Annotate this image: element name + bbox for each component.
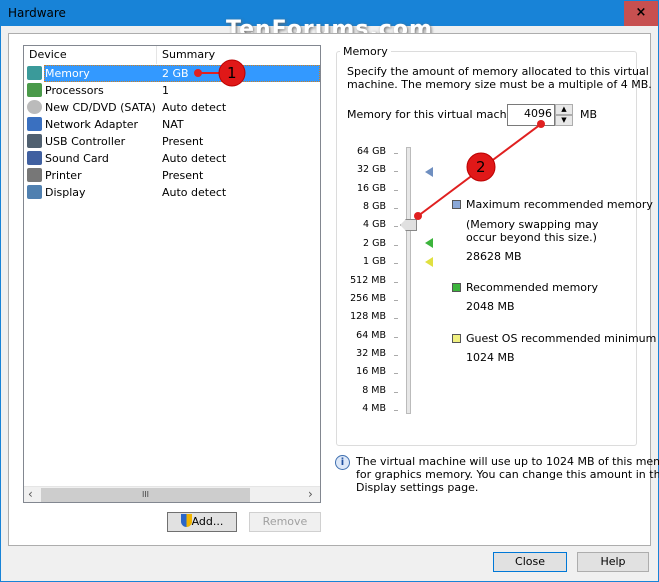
annotation-1-dot <box>194 69 202 77</box>
annotation-2-dot-start <box>537 120 545 128</box>
annotation-2-dot-end <box>414 212 422 220</box>
annotation-1-label: 1 <box>227 64 237 82</box>
annotation-overlay <box>194 59 545 220</box>
annotation-2-label: 2 <box>476 158 486 176</box>
